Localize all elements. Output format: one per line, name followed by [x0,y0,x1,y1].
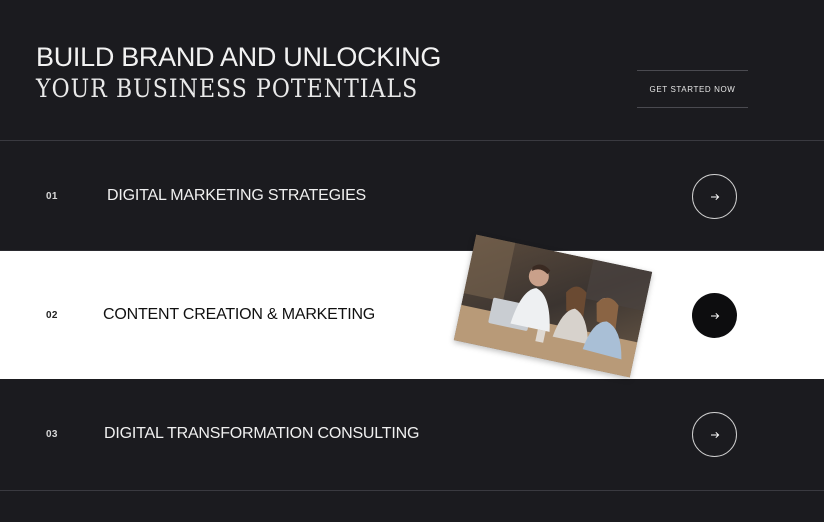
service-item-content-creation[interactable]: 02 CONTENT CREATION & MARKETING [0,251,824,379]
service-item-digital-transformation[interactable]: 03 DIGITAL TRANSFORMATION CONSULTING [0,379,824,491]
hero-title: BUILD BRAND AND UNLOCKING [36,42,442,72]
service-arrow-button[interactable] [692,174,737,219]
service-label: DIGITAL MARKETING STRATEGIES [107,187,367,204]
service-item-digital-marketing[interactable]: 01 DIGITAL MARKETING STRATEGIES [0,141,824,251]
service-number: 03 [46,429,58,440]
service-arrow-button[interactable] [692,412,737,457]
service-label: DIGITAL TRANSFORMATION CONSULTING [104,425,420,442]
arrow-right-icon [710,312,719,319]
hero-subtitle: YOUR BUSINESS POTENTIALS [36,74,419,103]
service-number: 02 [46,310,58,321]
service-number: 01 [46,191,58,202]
arrow-right-icon [710,431,719,438]
hero-section: BUILD BRAND AND UNLOCKING YOUR BUSINESS … [0,0,824,141]
service-label: CONTENT CREATION & MARKETING [103,306,376,323]
service-arrow-button[interactable] [692,293,737,338]
arrow-right-icon [710,193,719,200]
get-started-button[interactable]: GET STARTED NOW [637,70,748,108]
